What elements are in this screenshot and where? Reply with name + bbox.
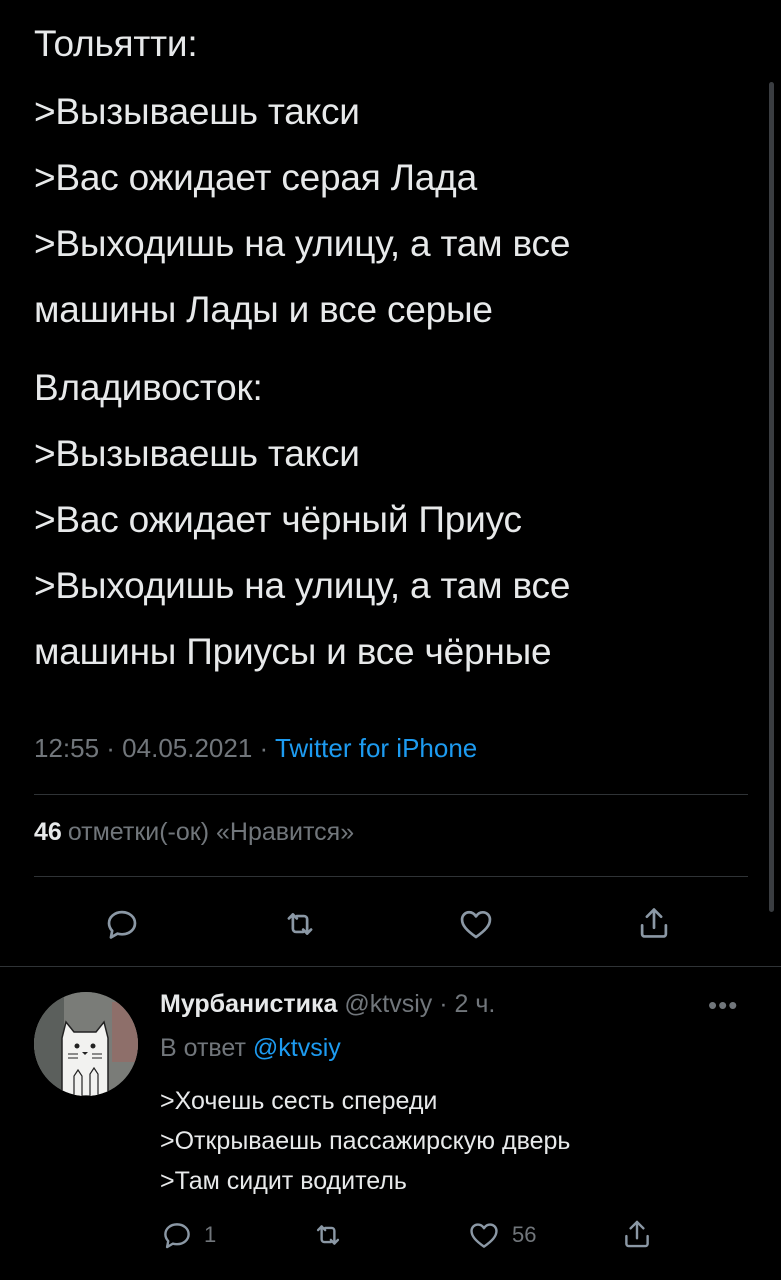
tweet-line: Владивосток: [34, 367, 263, 408]
share-button[interactable] [632, 900, 676, 946]
tweet-source-link[interactable]: Twitter for iPhone [275, 733, 477, 763]
reply-display-name[interactable]: Мурбанистика [160, 990, 337, 1018]
tweet-line: >Выходишь на улицу, а там все [34, 223, 571, 264]
divider [34, 794, 748, 795]
reply-line: >Хочешь сесть спереди [160, 1087, 438, 1115]
reply-header: Мурбанистика @ktvsiy · 2 ч. [160, 990, 495, 1019]
reply-handle-time: @ktvsiy · 2 ч. [337, 990, 496, 1018]
avatar[interactable] [34, 992, 138, 1096]
like-button[interactable] [454, 902, 498, 946]
like-count: 56 [512, 1222, 537, 1247]
likes-count: 46 [34, 818, 62, 846]
tweet-line: машины Приусы и все чёрные [34, 631, 552, 672]
tweet-line: >Вызываешь такси [34, 433, 360, 474]
retweet-icon [287, 913, 313, 935]
heart-icon [460, 910, 492, 939]
scrollbar[interactable] [769, 82, 774, 912]
tweet-line: >Выходишь на улицу, а там все [34, 565, 571, 606]
reply-icon [107, 910, 137, 939]
reply-context: В ответ @ktvsiy [160, 1034, 341, 1063]
likes-summary[interactable]: 46 отметки(-ок) «Нравится» [34, 818, 354, 847]
reply-icon [164, 1223, 190, 1249]
reply-mention-link[interactable]: @ktvsiy [253, 1034, 341, 1062]
reply-reply-button[interactable]: 1 [160, 1218, 216, 1252]
tweet-line: >Вызываешь такси [34, 91, 360, 132]
reply-like-button[interactable]: 56 [466, 1218, 536, 1252]
reply-prefix: В ответ [160, 1034, 253, 1062]
reply-line: >Там сидит водитель [160, 1167, 407, 1195]
reply-retweet-button[interactable] [310, 1218, 346, 1252]
likes-label: отметки(-ок) «Нравится» [67, 818, 355, 846]
tweet-timestamp: 12:55 · 04.05.2021 · [34, 733, 275, 763]
heart-icon [470, 1223, 498, 1248]
tweet-line: >Вас ожидает чёрный Приус [34, 499, 522, 540]
cat-avatar-icon [34, 992, 138, 1096]
reply-button[interactable] [100, 902, 144, 946]
share-icon [640, 908, 668, 938]
tweet-meta: 12:55 · 04.05.2021 · Twitter for iPhone [34, 733, 477, 764]
tweet-line: Тольятти: [34, 23, 198, 64]
share-icon [625, 1220, 649, 1248]
reply-count: 1 [204, 1222, 217, 1247]
retweet-icon [316, 1225, 340, 1245]
divider [0, 966, 781, 967]
reply-line: >Открываешь пассажирскую дверь [160, 1127, 571, 1155]
more-options-icon[interactable]: ••• [708, 990, 738, 1021]
tweet-line: >Вас ожидает серая Лада [34, 157, 477, 198]
reply-share-button[interactable] [620, 1216, 654, 1252]
divider [34, 876, 748, 877]
retweet-button[interactable] [276, 902, 324, 946]
tweet-line: машины Лады и все серые [34, 289, 493, 330]
